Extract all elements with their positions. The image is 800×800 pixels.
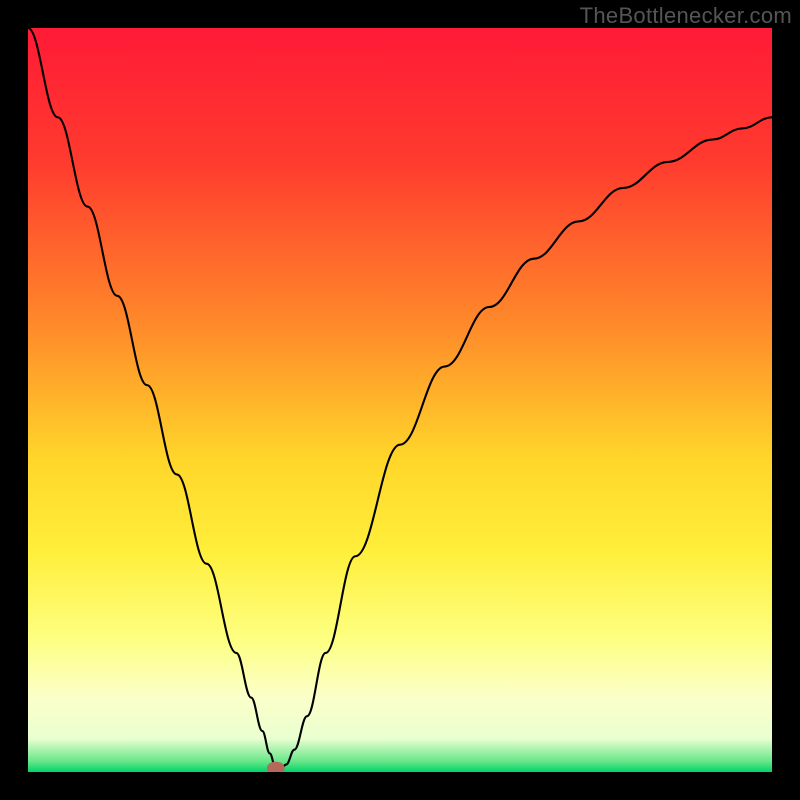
attribution-text: TheBottlenecker.com	[580, 3, 792, 29]
chart-frame: TheBottlenecker.com	[0, 0, 800, 800]
plot-background	[28, 28, 772, 772]
bottleneck-chart	[28, 28, 772, 772]
